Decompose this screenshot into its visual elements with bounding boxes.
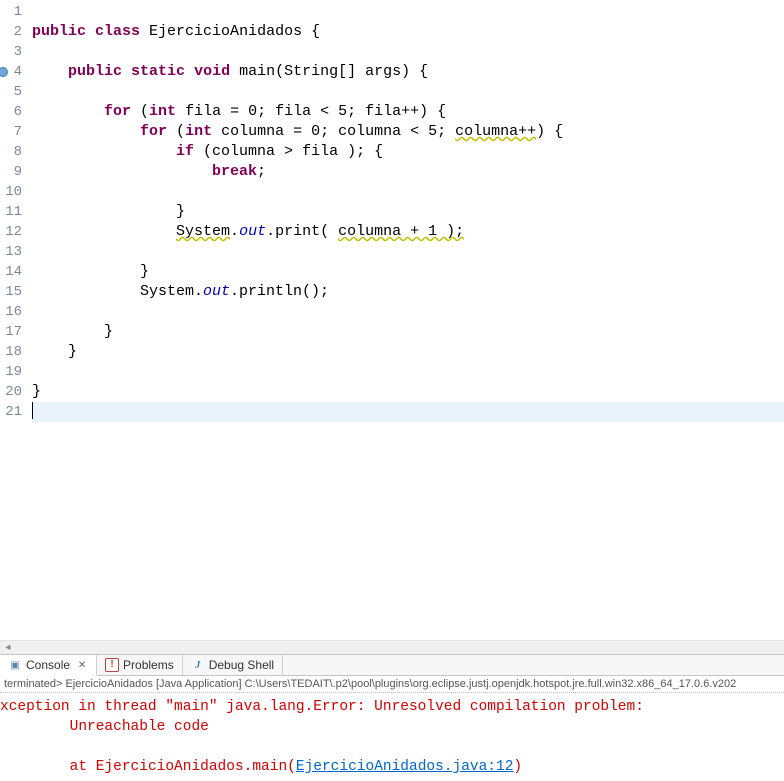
code-line[interactable]: for (int fila = 0; fila < 5; fila++) { [32,102,784,122]
console-icon: ▣ [8,658,22,672]
code-line[interactable]: } [32,342,784,362]
tab-problems[interactable]: ! Problems [97,655,183,675]
console-error-line-1: xception in thread "main" java.lang.Erro… [0,699,653,715]
tab-debug-shell[interactable]: J Debug Shell [183,655,283,675]
line-number: 7 [0,122,26,142]
line-number: 12 [0,222,26,242]
tab-debug-label: Debug Shell [209,658,274,672]
tab-console-label: Console [26,658,70,672]
line-number: 20 [0,382,26,402]
line-number: 16 [0,302,26,322]
code-line[interactable] [32,242,784,262]
line-number: 2 [0,22,26,42]
console-stack-link[interactable]: EjercicioAnidados.java:12 [296,759,514,775]
line-number: 14 [0,262,26,282]
code-line[interactable]: } [32,262,784,282]
line-number: 1 [0,2,26,22]
override-marker-icon [0,67,8,77]
code-line[interactable] [32,82,784,102]
line-number: 17 [0,322,26,342]
code-line[interactable]: } [32,382,784,402]
code-line[interactable]: } [32,322,784,342]
line-number: 8 [0,142,26,162]
code-line[interactable]: public static void main(String[] args) { [32,62,784,82]
tab-console[interactable]: ▣ Console ✕ [0,655,97,676]
code-line[interactable] [32,42,784,62]
console-output[interactable]: xception in thread "main" java.lang.Erro… [0,693,784,781]
line-number: 10 [0,182,26,202]
code-line[interactable] [32,362,784,382]
line-number: 11 [0,202,26,222]
line-number: 4 [0,62,26,82]
line-number: 9 [0,162,26,182]
horizontal-scrollbar[interactable]: ◄ [0,640,784,654]
code-line[interactable] [32,302,784,322]
tab-problems-label: Problems [123,658,174,672]
line-number: 3 [0,42,26,62]
code-line[interactable]: System.out.println(); [32,282,784,302]
line-number: 6 [0,102,26,122]
line-number: 5 [0,82,26,102]
scroll-left-icon[interactable]: ◄ [0,641,16,655]
code-line[interactable] [32,402,784,422]
code-line[interactable]: public class EjercicioAnidados { [32,22,784,42]
code-line[interactable]: if (columna > fila ); { [32,142,784,162]
problems-icon: ! [105,658,119,672]
code-line[interactable]: break; [32,162,784,182]
code-line[interactable]: for (int columna = 0; columna < 5; colum… [32,122,784,142]
line-number: 15 [0,282,26,302]
line-number-gutter: 123456789101112131415161718192021 [0,0,26,640]
line-number: 18 [0,342,26,362]
code-editor[interactable]: 123456789101112131415161718192021 public… [0,0,784,640]
debug-shell-icon: J [191,658,205,672]
console-error-line-2: Unreachable code [0,719,209,735]
code-content[interactable]: public class EjercicioAnidados { public … [26,0,784,640]
line-number: 19 [0,362,26,382]
code-line[interactable] [32,2,784,22]
bottom-tabs: ▣ Console ✕ ! Problems J Debug Shell [0,654,784,676]
code-line[interactable]: System.out.print( columna + 1 ); [32,222,784,242]
line-number: 13 [0,242,26,262]
console-header: terminated> EjercicioAnidados [Java Appl… [0,676,784,693]
code-line[interactable]: } [32,202,784,222]
console-error-line-3-suffix: ) [513,759,522,775]
close-icon[interactable]: ✕ [76,659,88,671]
text-caret [32,402,33,419]
console-error-line-3-prefix: at EjercicioAnidados.main( [0,759,296,775]
code-line[interactable] [32,182,784,202]
line-number: 21 [0,402,26,422]
